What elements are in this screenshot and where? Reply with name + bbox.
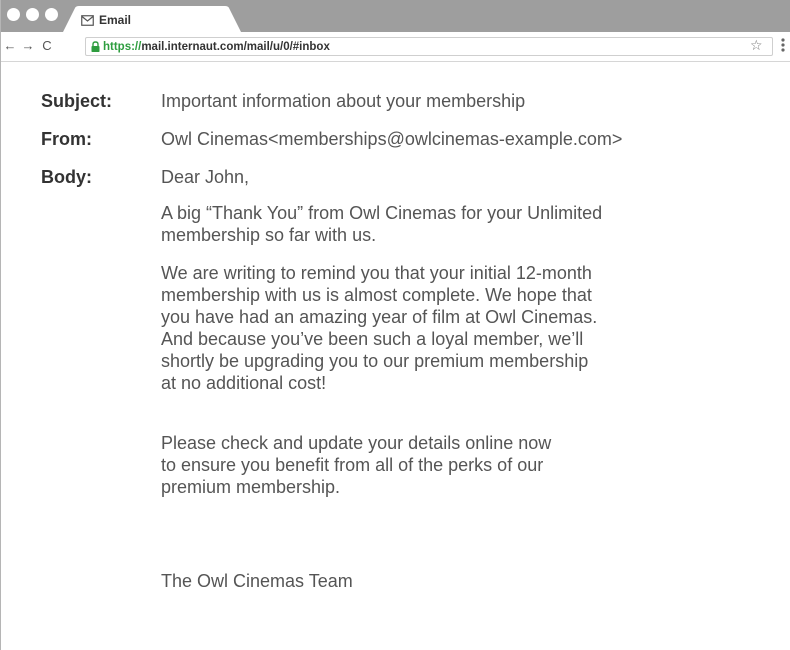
paragraph-line: Please check and update your details onl… [161,433,552,453]
kebab-menu-icon[interactable] [781,38,785,52]
tab-email-content[interactable]: Email [81,10,131,30]
paragraph-line: A big “Thank You” from Owl Cinemas for y… [161,203,603,223]
forward-arrow-icon[interactable]: → [21,38,35,54]
window-minimize-dot[interactable] [26,8,39,21]
subject-value: Important information about your members… [161,91,526,111]
email-paragraph-2: We are writing to remind you that your i… [161,262,701,394]
paragraph-line: premium membership. [161,477,341,497]
browser-toolbar: ← → C https://mail.internaut.com/mail/u/… [1,32,790,62]
paragraph-line: at no additional cost! [161,373,327,393]
tab-bar: Email [1,0,790,32]
url-path: mail.internaut.com/mail/u/0/#inbox [141,41,330,53]
bookmark-star-icon[interactable]: ☆ [750,37,763,53]
sender-value: Owl Cinemas<memberships@owlcinemas-examp… [161,129,623,149]
paragraph-line: We are writing to remind you that your i… [161,263,592,283]
paragraph-line: to ensure you benefit from all of the pe… [161,455,544,475]
from-label: From: [41,129,92,149]
email-paragraph-3: Please check and update your details onl… [161,432,701,498]
url-scheme: https:// [103,41,142,53]
back-arrow-icon[interactable]: ← [3,38,17,54]
email-paragraph-1: A big “Thank You” from Owl Cinemas for y… [161,202,701,246]
paragraph-line: membership so far with us. [161,225,377,245]
email-view: Subject: Important information about you… [1,62,790,650]
window-maximize-dot[interactable] [45,8,58,21]
tab-title: Email [99,13,132,27]
subject-label: Subject: [41,91,113,111]
reload-icon[interactable]: C [40,38,54,54]
address-bar[interactable]: https://mail.internaut.com/mail/u/0/#inb… [85,37,773,56]
email-signature: The Owl Cinemas Team [161,571,353,591]
browser-window: Email ← → C https://mail.internaut.com/m… [0,0,790,650]
window-close-dot[interactable] [7,8,20,21]
url-text[interactable]: https://mail.internaut.com/mail/u/0/#inb… [103,39,330,55]
lock-icon [91,41,100,52]
paragraph-line: membership with us is almost complete. W… [161,285,592,305]
envelope-icon [81,14,94,26]
paragraph-line: you have had an amazing year of film at … [161,307,598,327]
email-greeting: Dear John, [161,167,250,187]
paragraph-line: And because you’ve been such a loyal mem… [161,329,584,349]
body-label: Body: [41,167,92,187]
paragraph-line: shortly be upgrading you to our premium … [161,351,589,371]
